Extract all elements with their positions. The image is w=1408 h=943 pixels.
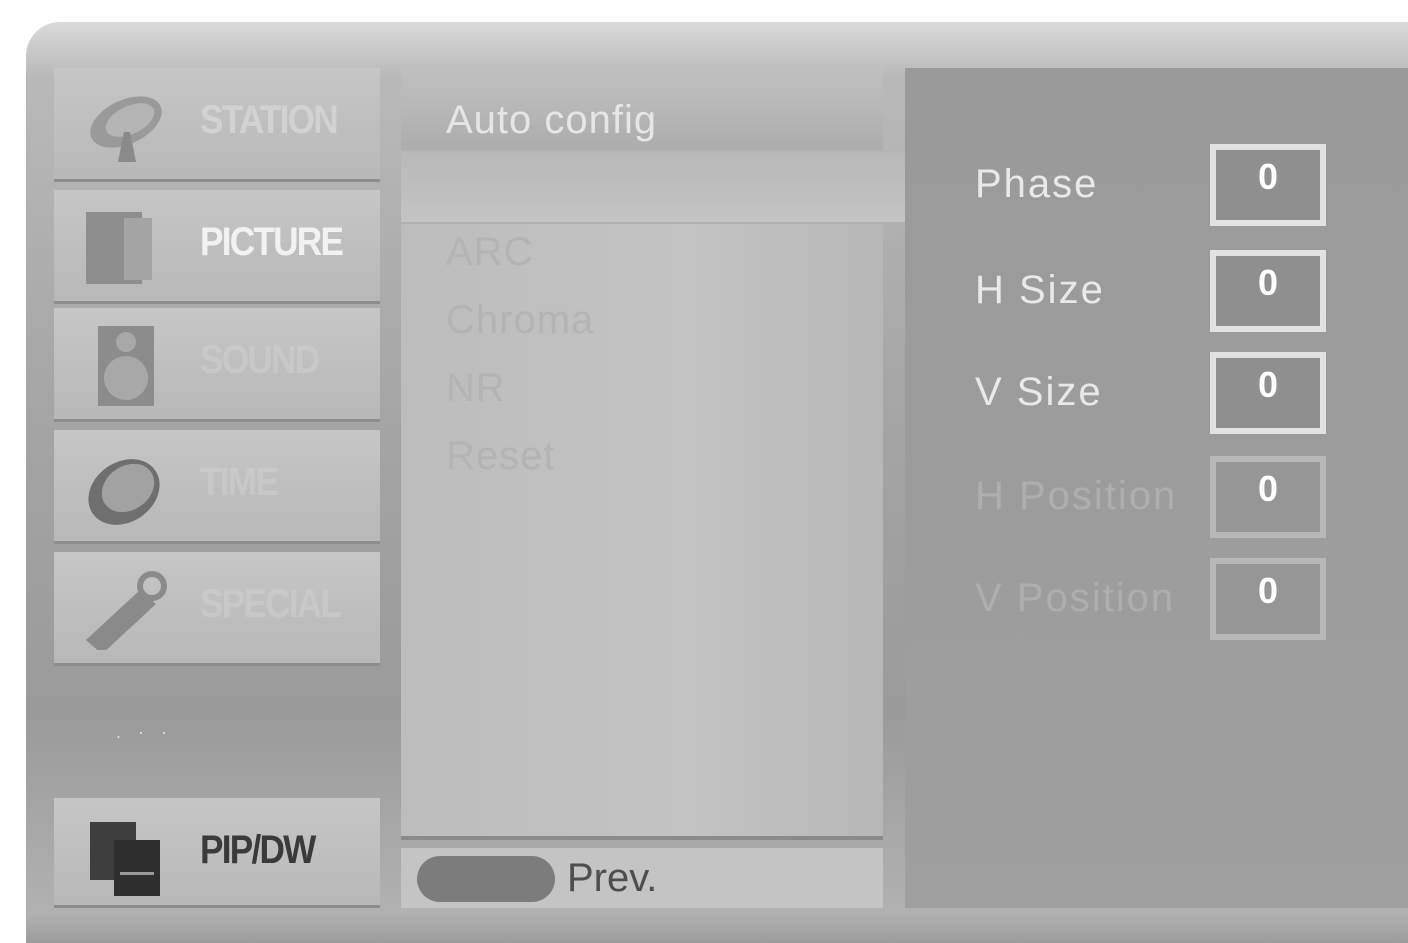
prev-button-pill-icon[interactable] [417,856,555,902]
option-value: 0 [1257,262,1279,303]
submenu-footer: Prev. [401,848,883,908]
pip-windows-icon [90,822,160,896]
submenu-item-auto-config[interactable]: Auto config [446,98,657,143]
prev-label: Prev. [567,856,658,900]
option-value: 0 [1257,364,1279,405]
option-row-h-size[interactable]: H Size 0 [905,250,1408,334]
option-row-h-position[interactable]: H Position 0 [905,456,1408,540]
menu-item-label: PIP/DW [200,828,316,872]
key-tag-icon [86,571,167,650]
option-value-box[interactable]: 0 [1210,352,1326,434]
submenu-item-chroma[interactable]: Chroma [446,298,594,343]
option-value: 0 [1257,570,1279,611]
option-value-box[interactable]: 0 [1210,456,1326,538]
osd-menu-window: STATION PICTURE SOUND TIME SPECIAL . · · [26,22,1408,943]
menu-item-station[interactable]: STATION [54,68,380,182]
option-label: V Position [975,576,1176,620]
menu-item-pip-dw[interactable]: PIP/DW [54,798,380,908]
option-value-box[interactable]: 0 [1210,558,1326,640]
option-value: 0 [1257,156,1279,197]
option-label: Phase [975,162,1099,206]
menu-item-sound[interactable]: SOUND [54,308,380,422]
menu-item-time[interactable]: TIME [54,430,380,544]
menu-item-special[interactable]: SPECIAL [54,552,380,666]
option-label: H Size [975,268,1105,312]
satellite-dish-icon [90,96,162,162]
option-row-v-position[interactable]: V Position 0 [905,558,1408,642]
menu-item-label: SOUND [200,338,320,382]
menu-item-label: STATION [200,98,339,142]
option-value: 0 [1257,468,1279,509]
menu-item-label: TIME [200,460,279,504]
submenu-selection-bar[interactable] [401,152,913,222]
monitor-icon [86,212,152,284]
submenu-item-nr[interactable]: NR [446,366,506,411]
option-row-phase[interactable]: Phase 0 [905,144,1408,228]
option-label: V Size [975,370,1103,414]
menu-item-picture[interactable]: PICTURE [54,190,380,304]
option-row-v-size[interactable]: V Size 0 [905,352,1408,436]
menu-item-label: SPECIAL [200,582,342,626]
options-panel: Phase 0 H Size 0 V Size 0 H Position 0 V… [905,68,1408,908]
speaker-icon [98,326,154,406]
decorative-dots: . · · [116,722,173,742]
submenu-item-reset[interactable]: Reset [446,434,556,479]
option-value-box[interactable]: 0 [1210,144,1326,226]
menu-item-label: PICTURE [200,220,344,264]
option-value-box[interactable]: 0 [1210,250,1326,332]
option-label: H Position [975,474,1178,518]
submenu-item-arc[interactable]: ARC [446,230,533,275]
clock-icon [88,459,160,525]
